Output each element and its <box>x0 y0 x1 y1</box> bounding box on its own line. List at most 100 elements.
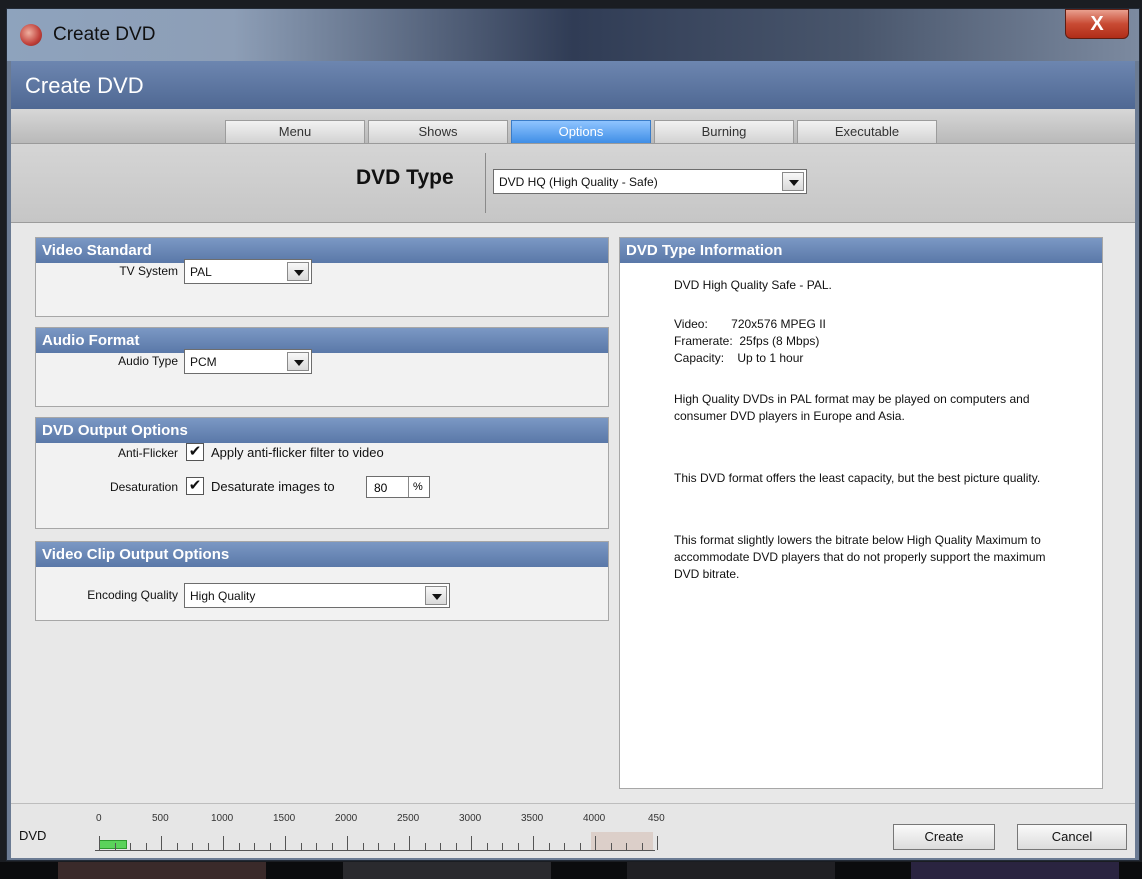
capacity-major-tick <box>347 836 348 850</box>
capacity-minor-tick <box>502 843 503 850</box>
capacity-tick-label: 1000 <box>211 813 234 824</box>
chevron-down-icon[interactable] <box>287 262 309 281</box>
desaturation-text: Desaturate images to <box>211 479 335 494</box>
capacity-minor-tick <box>455 843 457 850</box>
desaturation-value: 80 <box>374 481 388 495</box>
anti-flicker-text: Apply anti-flicker filter to video <box>211 445 384 460</box>
capacity-minor-tick <box>579 843 581 850</box>
dvd-type-information-header: DVD Type Information <box>620 238 1102 263</box>
capacity-tick-label: 2500 <box>397 813 420 824</box>
dialog-title: Create DVD <box>25 73 144 98</box>
capacity-minor-tick <box>207 843 209 850</box>
capacity-minor-tick <box>192 843 193 850</box>
capacity-major-tick <box>595 836 596 850</box>
capacity-minor-tick <box>238 843 240 850</box>
capacity-minor-tick <box>331 843 333 850</box>
tv-system-label: TV System <box>119 264 178 278</box>
dvd-type-value: DVD HQ (High Quality - Safe) <box>499 175 658 189</box>
capacity-minor-tick <box>176 843 178 850</box>
capacity-major-tick <box>161 836 162 850</box>
capacity-minor-tick <box>130 843 131 850</box>
capacity-minor-tick <box>517 843 519 850</box>
tv-system-select[interactable]: PAL <box>184 259 312 284</box>
capacity-tick-label: 500 <box>152 813 169 824</box>
capacity-tick-label: 450 <box>648 813 665 824</box>
dvd-type-label: DVD Type <box>356 166 454 189</box>
create-dvd-window: Create DVD X Create DVD Menu Shows Optio… <box>6 8 1140 861</box>
desaturation-label: Desaturation <box>109 480 178 494</box>
capacity-tick-label: 3500 <box>521 813 544 824</box>
tab-strip: Menu Shows Options Burning Executable <box>11 109 1135 144</box>
app-icon <box>20 24 42 46</box>
title-bar: Create DVD X <box>7 9 1139 61</box>
info-paragraph-bitrate: This format slightly lowers the bitrate … <box>674 533 1046 581</box>
tab-shows[interactable]: Shows <box>368 120 508 143</box>
capacity-tick-label: 0 <box>96 813 102 824</box>
close-button[interactable]: X <box>1065 9 1129 39</box>
capacity-minor-tick <box>424 843 426 850</box>
info-paragraph-capacity: This DVD format offers the least capacit… <box>674 471 1041 485</box>
create-button[interactable]: Create <box>893 824 995 850</box>
video-clip-output-group: Video Clip Output Options Encoding Quali… <box>35 541 609 621</box>
tab-options[interactable]: Options <box>511 120 651 143</box>
bottom-bar: DVD 0 500 1000 1500 2000 2500 3000 3500 4000 450 … <box>11 803 1135 858</box>
anti-flicker-label: Anti-Flicker <box>117 446 178 460</box>
audio-type-select[interactable]: PCM <box>184 349 312 374</box>
capacity-label: DVD <box>19 828 47 843</box>
capacity-minor-tick <box>269 843 271 850</box>
capacity-major-tick <box>99 836 100 850</box>
capacity-minor-tick <box>440 843 441 850</box>
window-title: Create DVD <box>53 24 156 45</box>
audio-type-label: Audio Type <box>118 354 178 368</box>
info-paragraph-compatibility: High Quality DVDs in PAL format may be p… <box>674 392 1030 423</box>
capacity-minor-tick <box>378 843 379 850</box>
encoding-quality-value: High Quality <box>190 589 256 603</box>
capacity-major-tick <box>285 836 286 850</box>
cancel-button[interactable]: Cancel <box>1017 824 1127 850</box>
capacity-minor-tick <box>393 843 395 850</box>
info-framerate: Framerate: 25fps (8 Mbps) <box>674 334 820 348</box>
dialog-header: Create DVD <box>11 61 1135 109</box>
desaturation-input[interactable]: 80 % <box>366 476 430 498</box>
capacity-minor-tick <box>564 843 565 850</box>
capacity-major-tick <box>657 836 658 850</box>
chevron-down-icon[interactable] <box>425 586 447 605</box>
encoding-quality-label: Encoding Quality <box>87 588 178 602</box>
desaturation-checkbox[interactable]: ✔ <box>186 477 204 495</box>
capacity-minor-tick <box>254 843 255 850</box>
divider <box>485 153 486 213</box>
info-video: Video: 720x576 MPEG II <box>674 317 826 331</box>
tab-executable[interactable]: Executable <box>797 120 937 143</box>
dvd-output-options-header: DVD Output Options <box>36 418 608 443</box>
audio-type-value: PCM <box>190 355 217 369</box>
video-clip-output-header: Video Clip Output Options <box>36 542 608 567</box>
capacity-major-tick <box>409 836 410 850</box>
capacity-baseline <box>95 850 655 851</box>
tab-menu[interactable]: Menu <box>225 120 365 143</box>
capacity-tick-label: 4000 <box>583 813 606 824</box>
capacity-minor-tick <box>626 843 627 850</box>
audio-format-header: Audio Format <box>36 328 608 353</box>
dvd-type-information-panel: DVD Type Information DVD High Quality Sa… <box>619 237 1103 789</box>
chevron-down-icon[interactable] <box>782 172 804 191</box>
capacity-major-tick <box>471 836 472 850</box>
capacity-minor-tick <box>114 843 116 850</box>
desktop-background <box>0 862 1142 879</box>
encoding-quality-select[interactable]: High Quality <box>184 583 450 608</box>
capacity-major-tick <box>223 836 224 850</box>
dialog-client: Create DVD Menu Shows Options Burning Ex… <box>11 61 1135 858</box>
capacity-tick-label: 2000 <box>335 813 358 824</box>
audio-format-group: Audio Format Audio Type PCM <box>35 327 609 407</box>
capacity-minor-tick <box>145 843 147 850</box>
capacity-tick-label: 3000 <box>459 813 482 824</box>
capacity-tick-label: 1500 <box>273 813 296 824</box>
video-standard-group: Video Standard TV System PAL <box>35 237 609 317</box>
capacity-minor-tick <box>610 843 612 850</box>
chevron-down-icon[interactable] <box>287 352 309 371</box>
capacity-minor-tick <box>300 843 302 850</box>
tab-burning[interactable]: Burning <box>654 120 794 143</box>
dvd-type-bar: DVD Type DVD HQ (High Quality - Safe) <box>11 144 1135 223</box>
dvd-type-select[interactable]: DVD HQ (High Quality - Safe) <box>493 169 807 194</box>
anti-flicker-checkbox[interactable]: ✔ <box>186 443 204 461</box>
capacity-minor-tick <box>548 843 550 850</box>
